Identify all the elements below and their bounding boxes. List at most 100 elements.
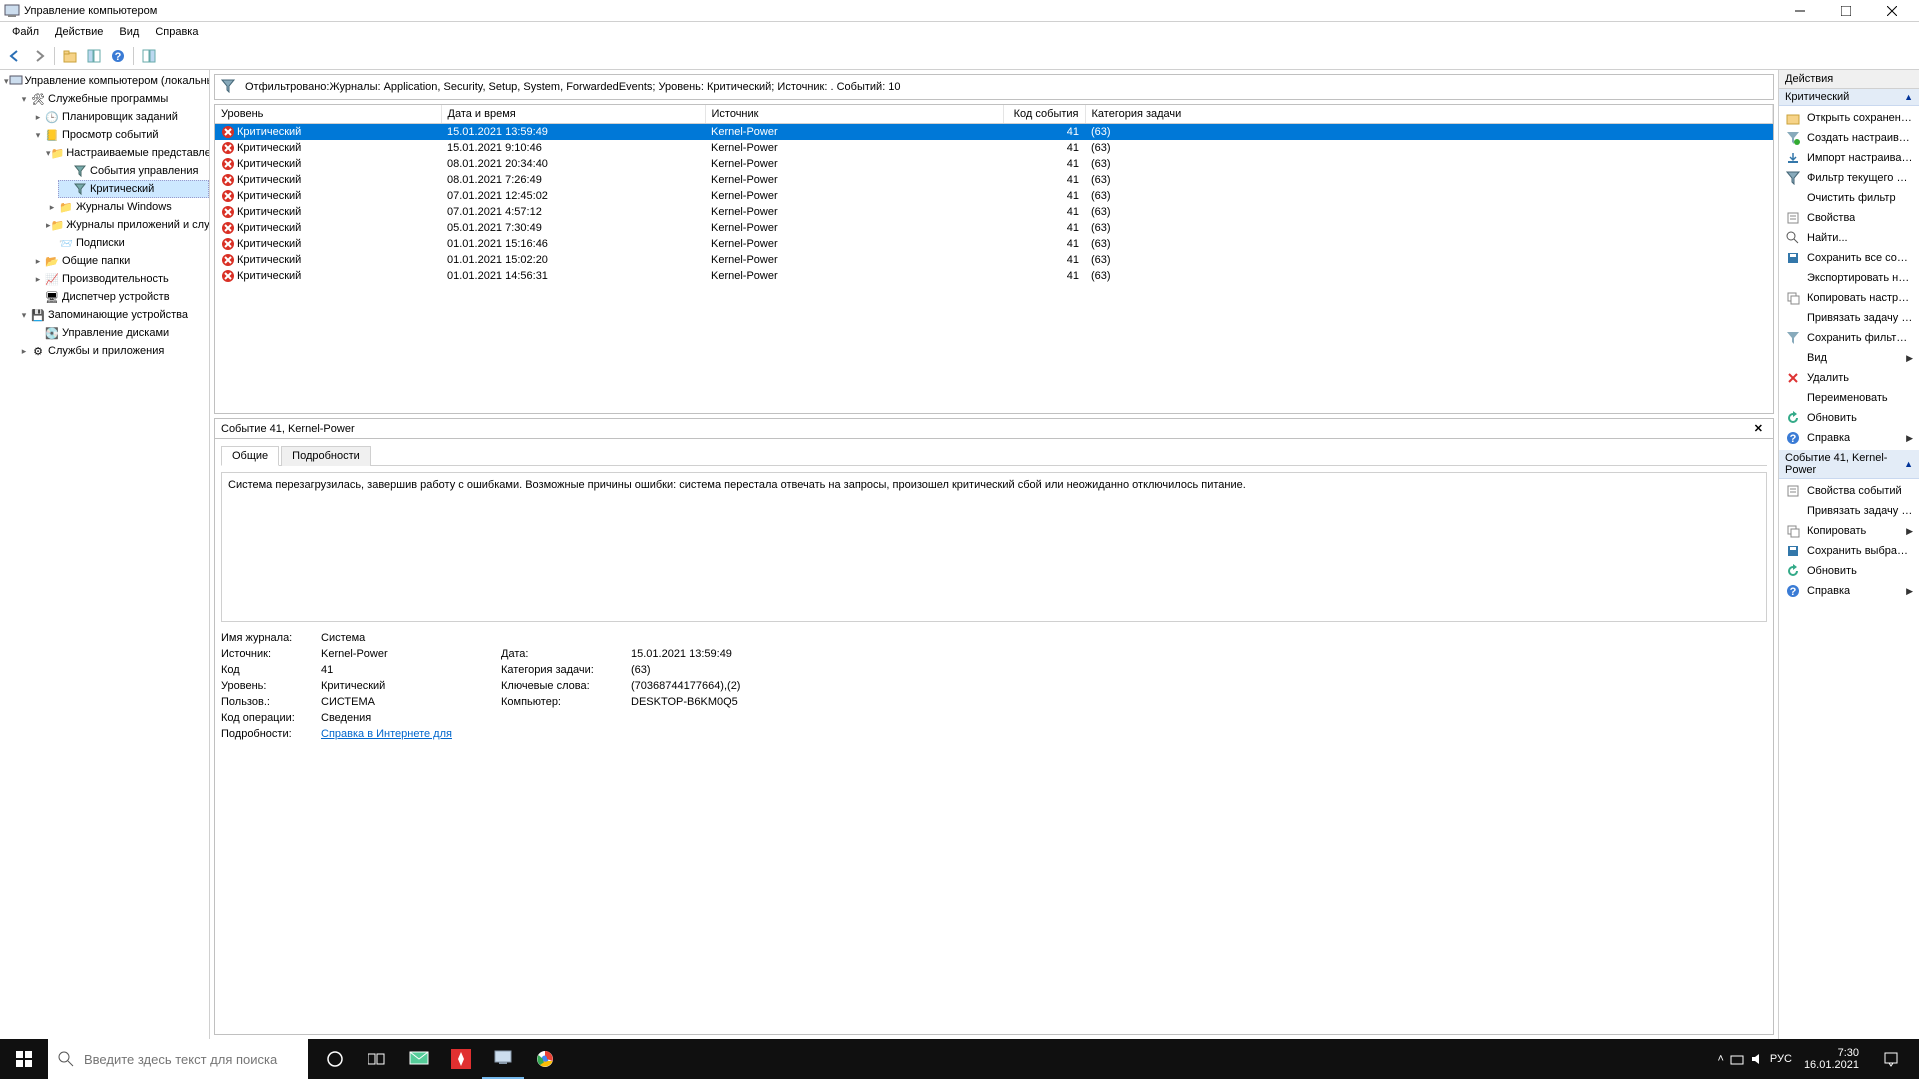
tree-critical[interactable]: Критический <box>58 180 209 198</box>
collapse-icon[interactable]: ▲ <box>1904 92 1913 102</box>
column-category[interactable]: Категория задачи <box>1085 105 1773 124</box>
tray-language[interactable]: РУС <box>1770 1053 1792 1065</box>
tree-windows-logs[interactable]: ▸📁Журналы Windows <box>44 198 209 216</box>
error-icon <box>221 157 235 171</box>
action-item[interactable]: Создать настраивае... <box>1779 128 1919 148</box>
prop-label: Источник: <box>221 648 311 660</box>
action-item[interactable]: Переименовать <box>1779 388 1919 408</box>
menu-file[interactable]: Файл <box>4 24 47 40</box>
task-view-icon[interactable] <box>356 1039 398 1079</box>
tab-details[interactable]: Подробности <box>281 446 371 466</box>
action-item[interactable]: Фильтр текущего наст... <box>1779 168 1919 188</box>
prop-value: (70368744177664),(2) <box>631 680 831 692</box>
chrome-icon[interactable] <box>524 1039 566 1079</box>
action-item[interactable]: Импорт настраивае... <box>1779 148 1919 168</box>
action-item[interactable]: Экспортировать настр... <box>1779 268 1919 288</box>
details-close-button[interactable]: ✕ <box>1750 422 1767 435</box>
tree-performance[interactable]: ▸📈Производительность <box>30 270 209 288</box>
clock-time: 7:30 <box>1804 1047 1859 1059</box>
tray-network-icon[interactable] <box>1730 1052 1744 1066</box>
online-help-link[interactable]: Справка в Интернете для <box>321 728 491 740</box>
event-row[interactable]: Критический07.01.2021 12:45:02Kernel-Pow… <box>215 188 1773 204</box>
tree-storage[interactable]: ▾💾Запоминающие устройства <box>16 306 209 324</box>
tree-custom-views[interactable]: ▾📁Настраиваемые представления <box>44 144 209 162</box>
tab-general[interactable]: Общие <box>221 446 279 466</box>
action-item[interactable]: Обновить <box>1779 408 1919 428</box>
show-hide-actions-button[interactable] <box>138 45 160 67</box>
actions-section-critical[interactable]: Критический▲ <box>1779 89 1919 106</box>
event-row[interactable]: Критический05.01.2021 7:30:49Kernel-Powe… <box>215 220 1773 236</box>
action-item[interactable]: Сохранить все событ... <box>1779 248 1919 268</box>
tree-shared-folders[interactable]: ▸📂Общие папки <box>30 252 209 270</box>
search-input[interactable] <box>84 1052 298 1067</box>
start-button[interactable] <box>0 1039 48 1079</box>
event-row[interactable]: Критический08.01.2021 7:26:49Kernel-Powe… <box>215 172 1773 188</box>
maximize-button[interactable] <box>1823 0 1869 22</box>
event-row[interactable]: Критический01.01.2021 14:56:31Kernel-Pow… <box>215 268 1773 284</box>
action-label: Импорт настраивае... <box>1807 152 1913 164</box>
tree-disk-mgmt[interactable]: 💽Управление дисками <box>30 324 209 342</box>
tray-volume-icon[interactable] <box>1750 1052 1764 1066</box>
tree-event-viewer[interactable]: ▾📒Просмотр событий <box>30 126 209 144</box>
action-item[interactable]: Привязать задачу к н... <box>1779 308 1919 328</box>
action-item[interactable]: ?Справка▶ <box>1779 428 1919 448</box>
action-item[interactable]: Открыть сохраненны... <box>1779 108 1919 128</box>
action-center-icon[interactable] <box>1871 1039 1911 1079</box>
action-item[interactable]: Вид▶ <box>1779 348 1919 368</box>
event-row[interactable]: Критический15.01.2021 9:10:46Kernel-Powe… <box>215 140 1773 156</box>
action-item[interactable]: Найти... <box>1779 228 1919 248</box>
tree-system-tools[interactable]: ▾🛠Служебные программы <box>16 90 209 108</box>
menu-view[interactable]: Вид <box>111 24 147 40</box>
up-button[interactable] <box>59 45 81 67</box>
action-item[interactable]: Копировать настраив... <box>1779 288 1919 308</box>
event-row[interactable]: Критический07.01.2021 4:57:12Kernel-Powe… <box>215 204 1773 220</box>
tree-admin-events[interactable]: События управления <box>58 162 209 180</box>
column-date[interactable]: Дата и время <box>441 105 705 124</box>
event-row[interactable]: Критический08.01.2021 20:34:40Kernel-Pow… <box>215 156 1773 172</box>
tray-clock[interactable]: 7:30 16.01.2021 <box>1798 1047 1865 1071</box>
navigation-tree[interactable]: ▾ Управление компьютером (локальным) ▾🛠С… <box>0 70 210 1039</box>
event-row[interactable]: Критический15.01.2021 13:59:49Kernel-Pow… <box>215 124 1773 141</box>
column-source[interactable]: Источник <box>705 105 1003 124</box>
action-item[interactable]: Удалить <box>1779 368 1919 388</box>
tree-services-apps[interactable]: ▸⚙Службы и приложения <box>16 342 209 360</box>
action-item[interactable]: Свойства событий <box>1779 481 1919 501</box>
prop-label: Дата: <box>501 648 621 660</box>
action-item[interactable]: Очистить фильтр <box>1779 188 1919 208</box>
prop-label: Компьютер: <box>501 696 621 708</box>
action-item[interactable]: Сохранить фильтр в н... <box>1779 328 1919 348</box>
forward-button[interactable] <box>28 45 50 67</box>
close-button[interactable] <box>1869 0 1915 22</box>
tree-root[interactable]: ▾ Управление компьютером (локальным) <box>2 72 209 90</box>
app-icon <box>4 3 20 19</box>
column-code[interactable]: Код события <box>1003 105 1085 124</box>
minimize-button[interactable] <box>1777 0 1823 22</box>
tree-task-scheduler[interactable]: ▸🕒Планировщик заданий <box>30 108 209 126</box>
collapse-icon[interactable]: ▲ <box>1904 459 1913 469</box>
action-item[interactable]: Обновить <box>1779 561 1919 581</box>
actions-section-event[interactable]: Событие 41, Kernel-Power▲ <box>1779 450 1919 479</box>
action-item[interactable]: ?Справка▶ <box>1779 581 1919 601</box>
tree-subscriptions[interactable]: 📨Подписки <box>44 234 209 252</box>
menu-action[interactable]: Действие <box>47 24 111 40</box>
compmgmt-taskbar-icon[interactable] <box>482 1039 524 1079</box>
action-item[interactable]: Сохранить выбранны... <box>1779 541 1919 561</box>
mail-icon[interactable] <box>398 1039 440 1079</box>
action-item[interactable]: Привязать задачу к со... <box>1779 501 1919 521</box>
event-row[interactable]: Критический01.01.2021 15:16:46Kernel-Pow… <box>215 236 1773 252</box>
column-level[interactable]: Уровень <box>215 105 441 124</box>
tree-device-manager[interactable]: 🖥Диспетчер устройств <box>30 288 209 306</box>
action-item[interactable]: Копировать▶ <box>1779 521 1919 541</box>
taskbar-search[interactable] <box>48 1039 308 1079</box>
tray-chevron-icon[interactable]: ˄ <box>1717 1053 1723 1065</box>
help-button[interactable]: ? <box>107 45 129 67</box>
show-hide-tree-button[interactable] <box>83 45 105 67</box>
event-list[interactable]: Уровень Дата и время Источник Код событи… <box>214 104 1774 414</box>
back-button[interactable] <box>4 45 26 67</box>
tree-app-service-logs[interactable]: ▸📁Журналы приложений и служб <box>44 216 209 234</box>
menu-help[interactable]: Справка <box>147 24 206 40</box>
app-icon-red[interactable] <box>440 1039 482 1079</box>
event-row[interactable]: Критический01.01.2021 15:02:20Kernel-Pow… <box>215 252 1773 268</box>
cortana-icon[interactable] <box>314 1039 356 1079</box>
action-item[interactable]: Свойства <box>1779 208 1919 228</box>
